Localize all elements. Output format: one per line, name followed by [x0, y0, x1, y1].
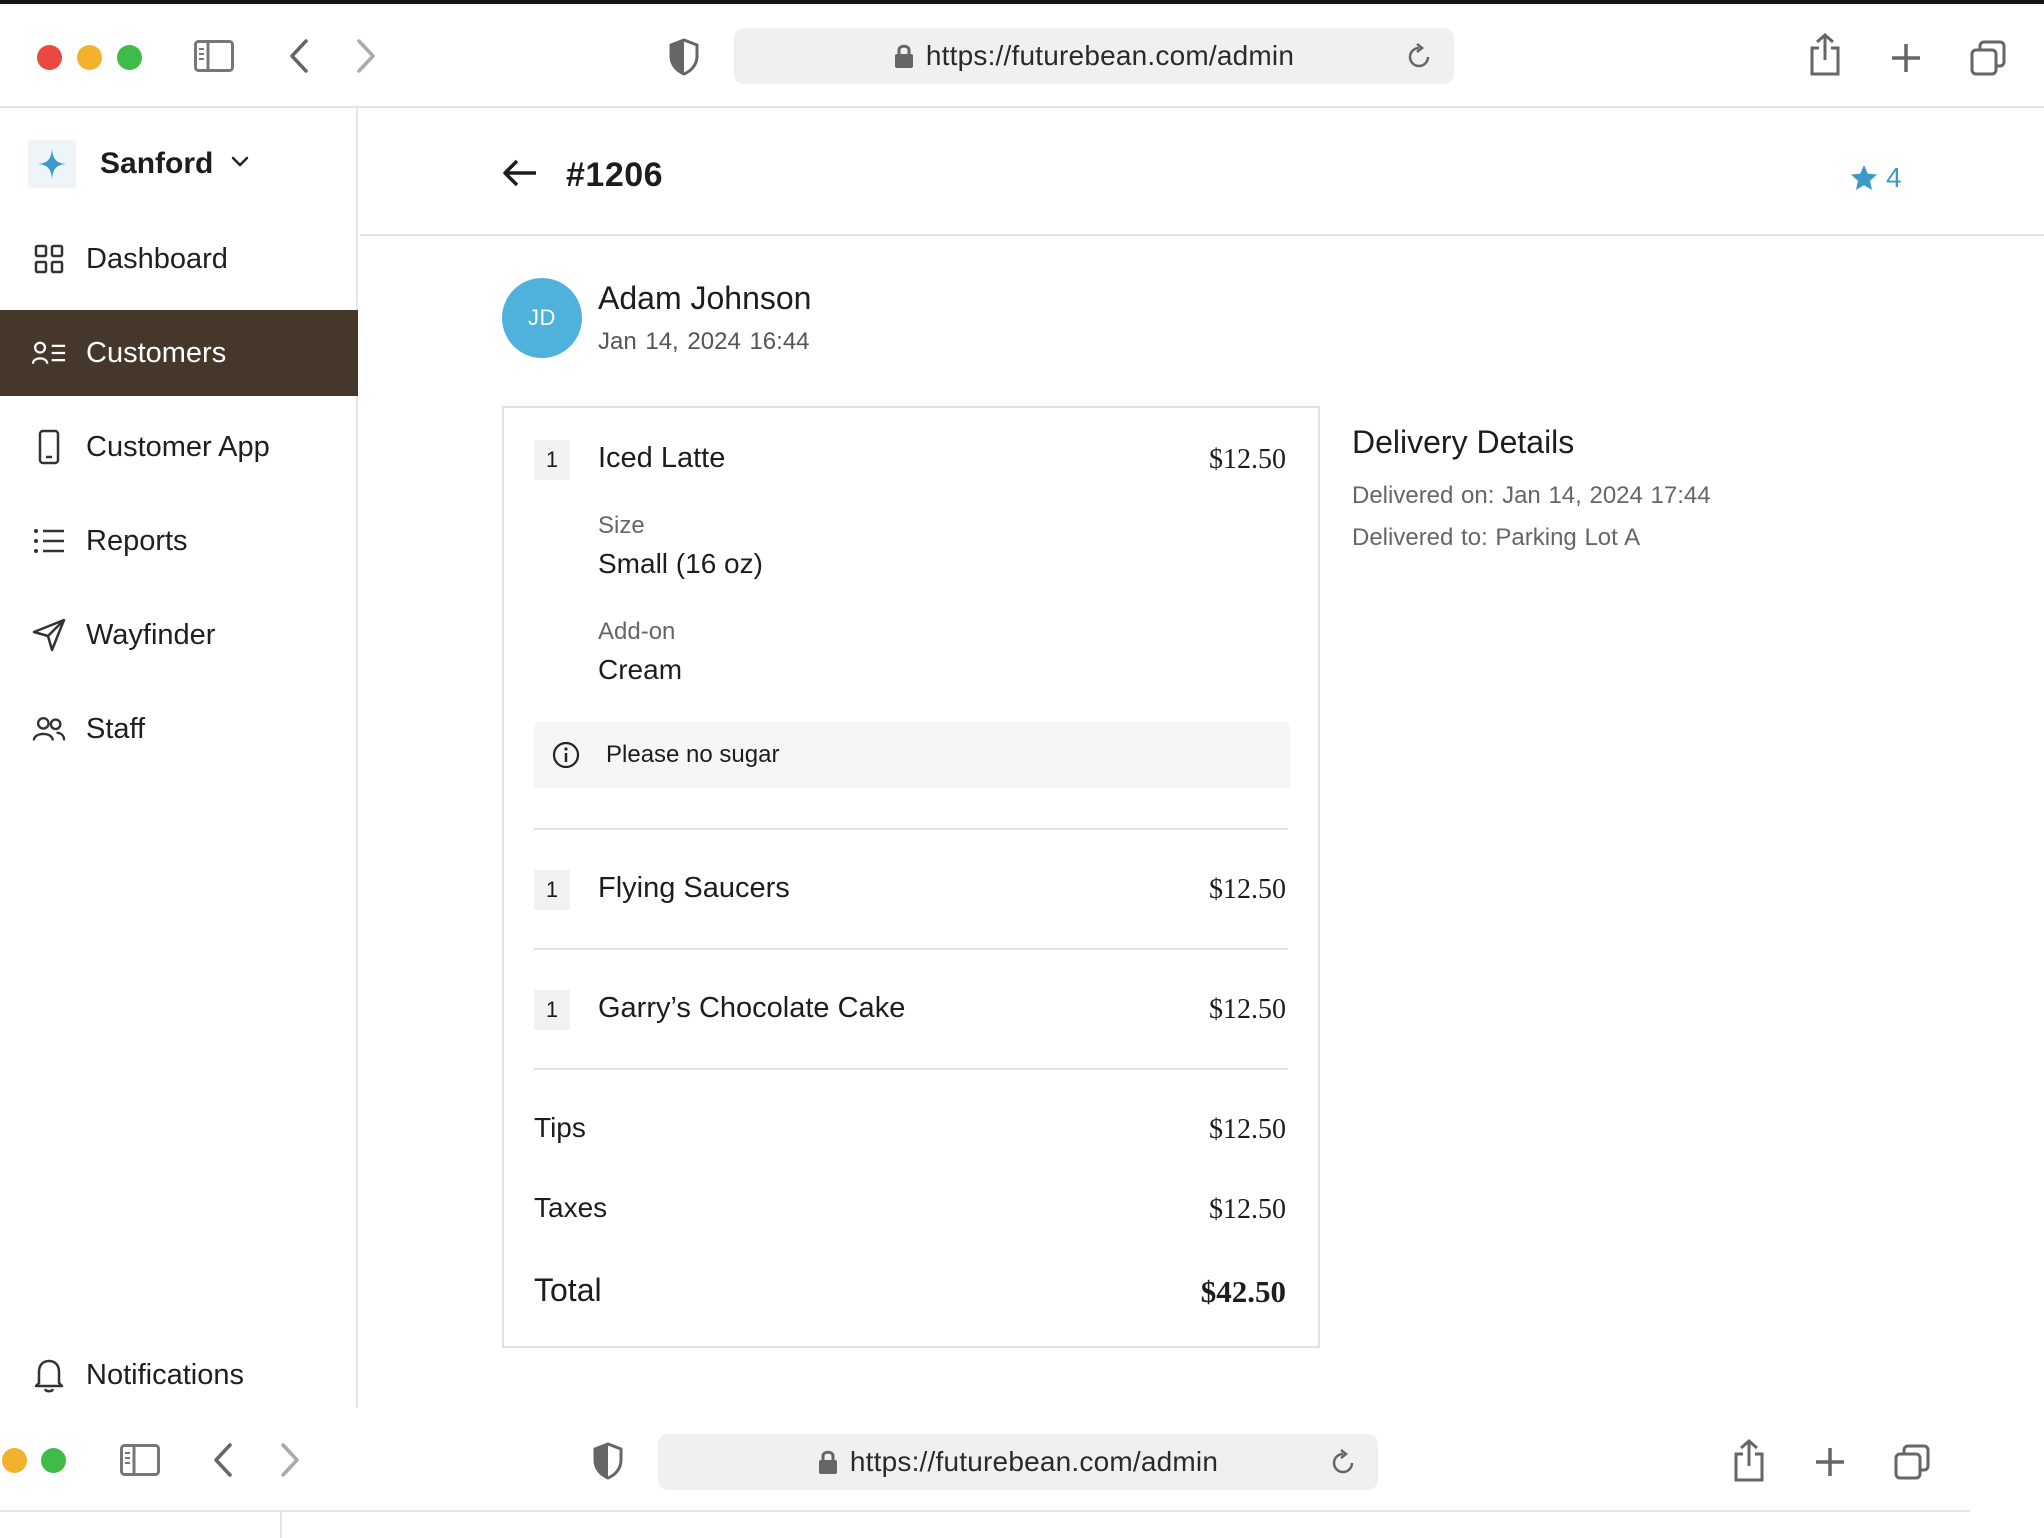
forward-nav-icon[interactable]: [355, 38, 377, 74]
privacy-shield-icon[interactable]: [592, 1442, 624, 1480]
browser-toolbar: https://futurebean.com/admin: [0, 4, 2044, 108]
browser-toolbar-secondary: https://futurebean.com/admin: [0, 1408, 1970, 1512]
sidebar: Sanford Dashboard Customers Customer App…: [0, 108, 358, 1408]
item-price: $12.50: [1209, 444, 1286, 475]
sidebar-item-label: Customers: [86, 336, 227, 369]
reload-icon[interactable]: [1330, 1448, 1356, 1481]
option-label: Size: [598, 512, 645, 539]
new-tab-icon[interactable]: [1814, 1446, 1846, 1478]
sidebar-item-label: Customer App: [86, 430, 270, 463]
order-rating: 4: [1850, 162, 1902, 194]
grid-icon: [32, 242, 66, 276]
rating-value: 4: [1886, 162, 1902, 193]
back-arrow-icon[interactable]: [502, 158, 538, 193]
phone-icon: [32, 429, 66, 465]
customers-list-icon: [32, 336, 66, 370]
address-bar[interactable]: https://futurebean.com/admin: [658, 1434, 1378, 1490]
sidebar-item-staff[interactable]: Staff: [0, 686, 358, 772]
back-nav-icon[interactable]: [212, 1442, 234, 1478]
close-window-button[interactable]: [37, 45, 62, 70]
item-price: $12.50: [1209, 994, 1286, 1025]
sidebar-item-label: Wayfinder: [86, 618, 216, 651]
order-items-card: 1 Iced Latte $12.50 Size Small (16 oz) A…: [502, 406, 1320, 1348]
item-quantity: 1: [534, 440, 570, 480]
option-label: Add-on: [598, 618, 676, 645]
url-text: https://futurebean.com/admin: [849, 1446, 1219, 1477]
sidebar-item-wayfinder[interactable]: Wayfinder: [0, 592, 358, 678]
avatar: JD: [502, 278, 582, 358]
sidebar-item-notifications[interactable]: Notifications: [0, 1332, 358, 1418]
tab-overview-icon[interactable]: [1970, 40, 2006, 76]
star-icon: [1851, 165, 1877, 190]
taxes-label: Taxes: [534, 1192, 608, 1223]
tips-label: Tips: [534, 1112, 586, 1143]
order-header: #1206 4: [360, 108, 2044, 236]
sparkle-logo-icon: [28, 140, 76, 188]
back-nav-icon[interactable]: [288, 38, 310, 74]
list-icon: [32, 524, 66, 558]
item-quantity: 1: [534, 990, 570, 1030]
divider: [534, 828, 1288, 830]
delivered-on: Delivered on: Jan 14, 2024 17:44: [1352, 482, 1711, 509]
lock-icon: [818, 1450, 837, 1474]
sidebar-toggle-icon[interactable]: [120, 1444, 160, 1476]
bell-icon: [32, 1358, 66, 1393]
divider: [534, 1068, 1288, 1070]
privacy-shield-icon[interactable]: [668, 38, 700, 76]
url-text: https://futurebean.com/admin: [925, 40, 1295, 71]
address-bar[interactable]: https://futurebean.com/admin: [734, 28, 1454, 84]
share-icon[interactable]: [1732, 1438, 1766, 1482]
new-tab-icon[interactable]: [1890, 42, 1922, 74]
delivered-to: Delivered to: Parking Lot A: [1352, 524, 1641, 551]
total-value: $42.50: [1200, 1274, 1286, 1309]
item-price: $12.50: [1209, 874, 1286, 905]
note-text: Please no sugar: [606, 741, 780, 768]
lock-icon: [894, 44, 913, 68]
option-value: Small (16 oz): [598, 548, 763, 579]
sidebar-item-label: Reports: [86, 524, 188, 557]
minimize-window-button[interactable]: [77, 45, 102, 70]
info-icon: [552, 741, 580, 769]
sidebar-edge-secondary: [280, 1512, 282, 1538]
workspace-name: Sanford: [100, 147, 214, 180]
item-name: Flying Saucers: [598, 872, 790, 904]
divider: [534, 948, 1288, 950]
sidebar-item-label: Dashboard: [86, 242, 228, 275]
zoom-window-button[interactable]: [117, 45, 142, 70]
taxes-value: $12.50: [1209, 1194, 1286, 1225]
tab-overview-icon[interactable]: [1894, 1444, 1930, 1480]
item-note: Please no sugar: [534, 722, 1290, 788]
item-quantity: 1: [534, 870, 570, 910]
total-label: Total: [534, 1272, 602, 1308]
share-icon[interactable]: [1808, 32, 1842, 76]
sidebar-item-label: Notifications: [86, 1358, 244, 1391]
sidebar-item-dashboard[interactable]: Dashboard: [0, 216, 358, 302]
item-name: Iced Latte: [598, 442, 726, 474]
sidebar-item-reports[interactable]: Reports: [0, 498, 358, 584]
tips-value: $12.50: [1209, 1114, 1286, 1145]
option-value: Cream: [598, 654, 683, 685]
workspace-switcher[interactable]: Sanford: [28, 140, 249, 188]
sidebar-item-customer-app[interactable]: Customer App: [0, 404, 358, 490]
sidebar-toggle-icon[interactable]: [194, 40, 234, 72]
users-icon: [32, 712, 66, 746]
order-number: #1206: [566, 156, 664, 194]
customer-name: Adam Johnson: [598, 280, 812, 316]
zoom-window-button[interactable]: [41, 1448, 66, 1473]
sidebar-item-customers[interactable]: Customers: [0, 310, 358, 396]
forward-nav-icon[interactable]: [279, 1442, 301, 1478]
minimize-window-button[interactable]: [2, 1448, 27, 1473]
send-arrow-icon: [32, 618, 66, 652]
item-name: Garry’s Chocolate Cake: [598, 992, 906, 1024]
delivery-details-title: Delivery Details: [1352, 424, 1575, 460]
order-datetime: Jan 14, 2024 16:44: [598, 328, 810, 355]
reload-icon[interactable]: [1406, 42, 1432, 75]
chevron-down-icon: [231, 155, 249, 173]
sidebar-item-label: Staff: [86, 712, 146, 745]
